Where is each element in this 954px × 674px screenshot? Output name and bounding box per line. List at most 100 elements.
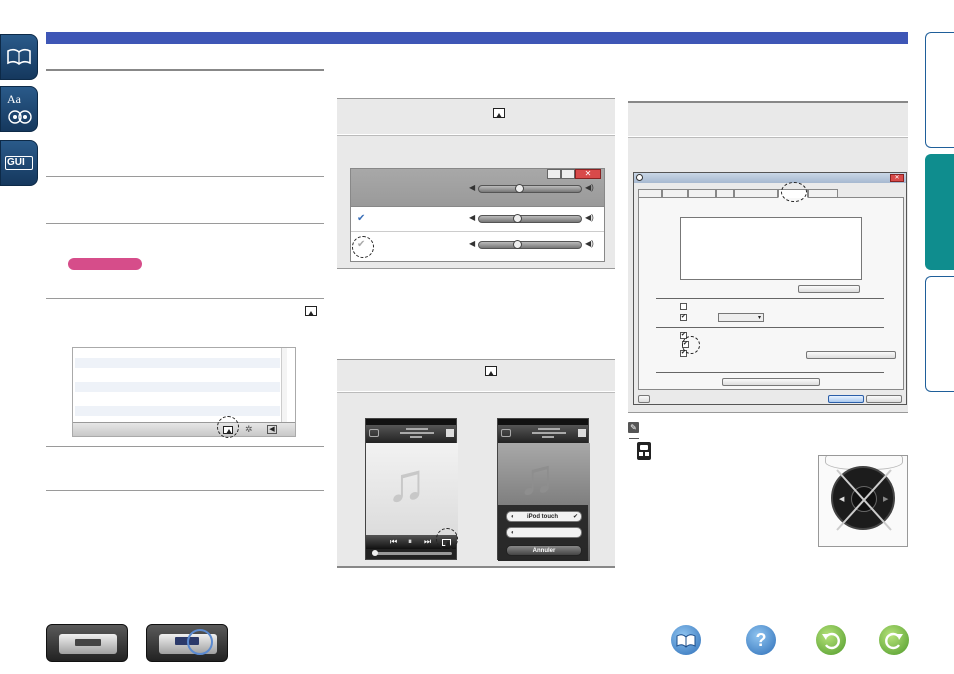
volume-low-icon: ◀ (469, 183, 476, 192)
highlight-circle (436, 528, 458, 550)
remote-panel-button[interactable] (146, 624, 228, 662)
right-tab-top[interactable] (925, 32, 954, 148)
master-volume-slider[interactable] (478, 184, 582, 193)
airplay-icon (493, 108, 505, 121)
divider (46, 490, 324, 491)
close-icon[interactable]: ✕ (575, 169, 601, 179)
help-button[interactable]: ? (746, 625, 776, 655)
wrench-icon: ✎ (628, 422, 639, 433)
speaker-volume-slider[interactable] (478, 240, 582, 249)
right-tab-bottom[interactable] (925, 276, 954, 392)
reset-button[interactable] (806, 351, 896, 359)
speaker-option[interactable]: ◐ (506, 527, 582, 538)
index-tab[interactable]: Aa (0, 86, 38, 132)
speaker-icon: ◐ (511, 514, 515, 520)
checkmark-icon: ✔ (573, 514, 579, 520)
visualizer-icon[interactable]: ✲ (245, 424, 253, 435)
list-icon[interactable] (446, 429, 454, 437)
gui-tab[interactable]: GUI (0, 140, 38, 186)
speaker-checkbox-checked[interactable]: ✔ (357, 213, 365, 224)
volume-high-icon: ◀) (585, 239, 594, 248)
glossary-label: Aa (7, 92, 21, 106)
airplay-icon (305, 306, 317, 319)
highlight-circle (682, 336, 700, 354)
back-button[interactable] (816, 625, 846, 655)
next-icon[interactable]: ⏭ (424, 537, 431, 547)
volume-high-icon: ◀) (585, 183, 594, 192)
checkbox-checked[interactable]: ✔ (680, 314, 687, 321)
checkbox[interactable] (680, 303, 687, 310)
tab[interactable] (716, 189, 734, 198)
diagonal-lines (836, 469, 892, 531)
ipod-screen-airplay-menu: ♫ ◐ iPod touch ✔ ◐ Annuler (497, 418, 590, 561)
ipod-touch-option[interactable]: ◐ iPod touch ✔ (506, 511, 582, 522)
dropdown-select[interactable]: ▾ (718, 313, 764, 322)
maximize-icon[interactable] (561, 169, 575, 179)
highlight-circle (781, 182, 807, 202)
close-icon[interactable]: ✕ (890, 174, 904, 182)
airplay-menu: ◐ iPod touch ✔ ◐ Annuler (498, 505, 588, 561)
reset-sync-history-button[interactable] (722, 378, 820, 386)
list-item (75, 406, 280, 416)
right-tab-active[interactable] (925, 154, 954, 270)
back-arrow-icon (822, 632, 840, 650)
help-button[interactable] (638, 395, 650, 403)
highlight-circle (352, 236, 374, 258)
list-icon[interactable] (578, 429, 586, 437)
tab[interactable] (734, 189, 778, 198)
airplay-icon (485, 366, 497, 379)
list-item (75, 358, 280, 368)
divider (46, 298, 324, 299)
glossary-icon (8, 110, 32, 124)
device-list[interactable] (680, 217, 862, 280)
now-playing-bar (498, 425, 588, 443)
scrollbar[interactable] (281, 348, 287, 422)
tab[interactable] (662, 189, 688, 198)
minimize-icon[interactable] (547, 169, 561, 179)
cancel-button[interactable]: Annuler (506, 545, 582, 556)
ok-button[interactable] (828, 395, 864, 403)
ipod-touch-label: iPod touch (527, 514, 558, 520)
header-bar (46, 32, 908, 44)
cancel-button[interactable] (866, 395, 902, 403)
back-icon[interactable] (369, 429, 379, 437)
forward-arrow-icon (885, 632, 903, 650)
app-icon (636, 174, 643, 181)
tab[interactable] (688, 189, 716, 198)
now-playing-bar (366, 425, 456, 443)
music-note-icon: ♫ (518, 449, 556, 505)
back-icon[interactable] (501, 429, 511, 437)
panel-header: ✕ ◀ ◀) (351, 169, 604, 206)
speaker-volume-slider[interactable] (478, 214, 582, 223)
forward-button[interactable] (879, 625, 909, 655)
open-book-icon (7, 48, 31, 66)
volume-slider[interactable] (372, 550, 452, 556)
multiple-speakers-panel: ✕ ◀ ◀) ✔ ◀ ◀) ✔ ◀ ◀) (350, 168, 605, 262)
front-panel-button[interactable] (46, 624, 128, 662)
remote-icon (637, 442, 651, 460)
pause-icon[interactable]: ⏸ (408, 537, 412, 547)
manual-button[interactable] (671, 625, 701, 655)
speaker-icon: ◐ (511, 530, 515, 536)
divider (46, 176, 324, 177)
music-note-icon: ♫ (386, 453, 427, 513)
itunes-bottom-bar: ✲ ◀ (73, 422, 295, 436)
highlight-circle (217, 416, 239, 438)
magnifier-icon (187, 629, 213, 655)
window-toggle-icon[interactable]: ◀ (267, 425, 277, 434)
volume-low-icon: ◀ (469, 213, 476, 222)
step-header (628, 101, 908, 136)
gui-label: GUI (7, 157, 25, 168)
divider (46, 223, 324, 224)
previous-icon[interactable]: ⏮ (390, 537, 397, 547)
dialog-title-bar: ✕ (634, 173, 906, 183)
tab[interactable] (638, 189, 662, 198)
artwork-area: ♫ (366, 443, 458, 535)
volume-low-icon: ◀ (469, 239, 476, 248)
list-item (75, 382, 280, 392)
note-badge (68, 258, 142, 270)
remove-button[interactable] (798, 285, 860, 293)
tab[interactable] (808, 189, 838, 198)
divider (46, 446, 324, 447)
contents-tab[interactable] (0, 34, 38, 80)
